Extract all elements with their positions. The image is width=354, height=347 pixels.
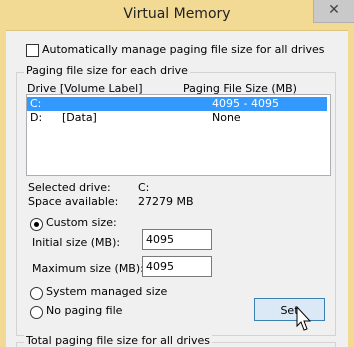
space-available-label: Space available: (28, 195, 119, 208)
drive-letter: D: (30, 111, 43, 124)
mouse-cursor-icon (296, 306, 312, 331)
no-paging-label[interactable]: No paging file (46, 304, 122, 317)
drive-paging-size: 4095 - 4095 (212, 97, 279, 110)
maximum-size-input[interactable]: 4095 (142, 256, 212, 277)
selected-drive-value: C: (138, 181, 150, 194)
drive-row-d[interactable]: D: [Data] None (27, 111, 327, 125)
selected-drive-label: Selected drive: (28, 181, 111, 194)
auto-manage-checkbox[interactable] (26, 44, 39, 57)
space-available-value: 27279 MB (138, 195, 194, 208)
initial-size-label: Initial size (MB): (32, 236, 121, 249)
window-border-left (0, 30, 6, 347)
maximum-size-label: Maximum size (MB): (32, 262, 144, 275)
virtual-memory-dialog: Virtual Memory ✕ Automatically manage pa… (0, 0, 354, 347)
custom-size-label[interactable]: Custom size: (46, 216, 117, 229)
drive-letter: C: (30, 97, 42, 110)
initial-size-input[interactable]: 4095 (142, 229, 212, 250)
system-managed-radio[interactable] (30, 287, 43, 300)
window-border-right (348, 30, 354, 347)
custom-size-radio[interactable] (30, 218, 43, 231)
drive-row-c[interactable]: C: 4095 - 4095 (27, 97, 327, 111)
window-title: Virtual Memory (123, 6, 231, 22)
drive-volume-label: [Data] (62, 111, 97, 124)
paging-group-label: Paging file size for each drive (24, 64, 190, 77)
total-group-label: Total paging file size for all drives (24, 334, 213, 347)
close-button[interactable]: ✕ (313, 0, 354, 23)
no-paging-radio[interactable] (30, 306, 43, 319)
close-icon: ✕ (328, 2, 340, 18)
system-managed-label[interactable]: System managed size (46, 285, 167, 298)
auto-manage-label[interactable]: Automatically manage paging file size fo… (42, 43, 325, 56)
drive-paging-size: None (212, 111, 241, 124)
title-bar: Virtual Memory ✕ (0, 0, 354, 31)
